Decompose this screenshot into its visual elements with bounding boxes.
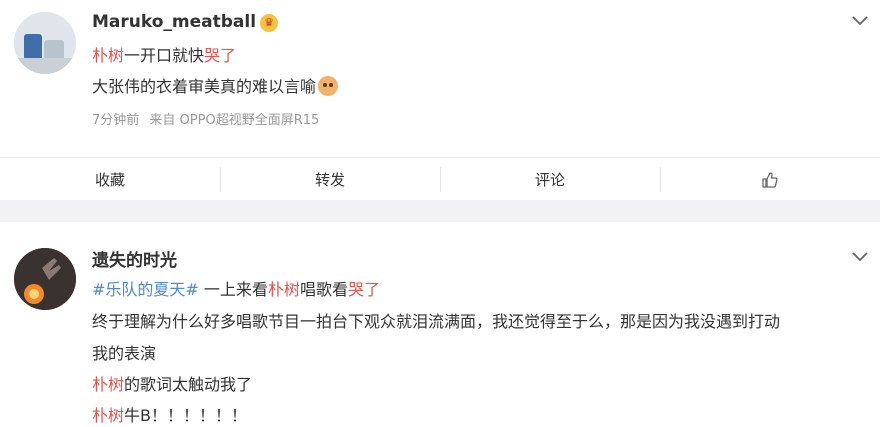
username[interactable]: Maruko_meatball ♛	[92, 12, 279, 32]
avatar[interactable]	[14, 248, 76, 310]
comment-button[interactable]: 评论	[440, 158, 660, 201]
cat-emoji-icon	[318, 76, 339, 96]
timestamp: 7分钟前	[92, 113, 140, 128]
mention-link[interactable]: 朴树	[92, 406, 124, 425]
thumbs-up-icon	[761, 171, 779, 189]
post-separator	[0, 200, 880, 222]
post-text-line: 终于理解为什么好多唱歌节目一拍台下观众就泪流满面，我还觉得至于么，那是因为我没遇…	[92, 312, 781, 331]
topic-link[interactable]: #乐队的夏天#	[92, 280, 199, 299]
chevron-down-icon[interactable]	[852, 16, 868, 28]
post-text-line: 我的表演	[92, 344, 157, 363]
action-bar: 收藏 转发 评论	[0, 157, 880, 201]
source: 来自 OPPO超视野全面屏R15	[149, 113, 320, 128]
crown-icon: ♛	[260, 14, 279, 32]
mention-link[interactable]: 朴树	[92, 46, 124, 65]
post-text-line: 朴树的歌词太触动我了	[92, 375, 253, 394]
post-text-line: 大张伟的衣着审美真的难以言喻	[92, 76, 339, 98]
post-text-line: 朴树牛B！！！！！！	[92, 406, 247, 425]
chevron-down-icon[interactable]	[852, 252, 868, 264]
like-button[interactable]	[660, 158, 880, 201]
repost-button[interactable]: 转发	[220, 158, 440, 201]
weibo-post-1: Maruko_meatball ♛ 朴树一开口就快哭了 大张伟的衣着审美真的难以言…	[0, 0, 880, 200]
avatar[interactable]	[14, 12, 76, 74]
mention-link[interactable]: 朴树	[92, 375, 124, 394]
post-text-line: #乐队的夏天# 一上来看朴树唱歌看哭了	[92, 280, 380, 299]
post-text-line: 朴树一开口就快哭了	[92, 46, 237, 65]
mention-link[interactable]: 朴树	[268, 280, 300, 299]
favorite-button[interactable]: 收藏	[0, 158, 220, 201]
post-meta: 7分钟前 来自 OPPO超视野全面屏R15	[92, 109, 325, 128]
username[interactable]: 遗失的时光	[92, 246, 177, 271]
